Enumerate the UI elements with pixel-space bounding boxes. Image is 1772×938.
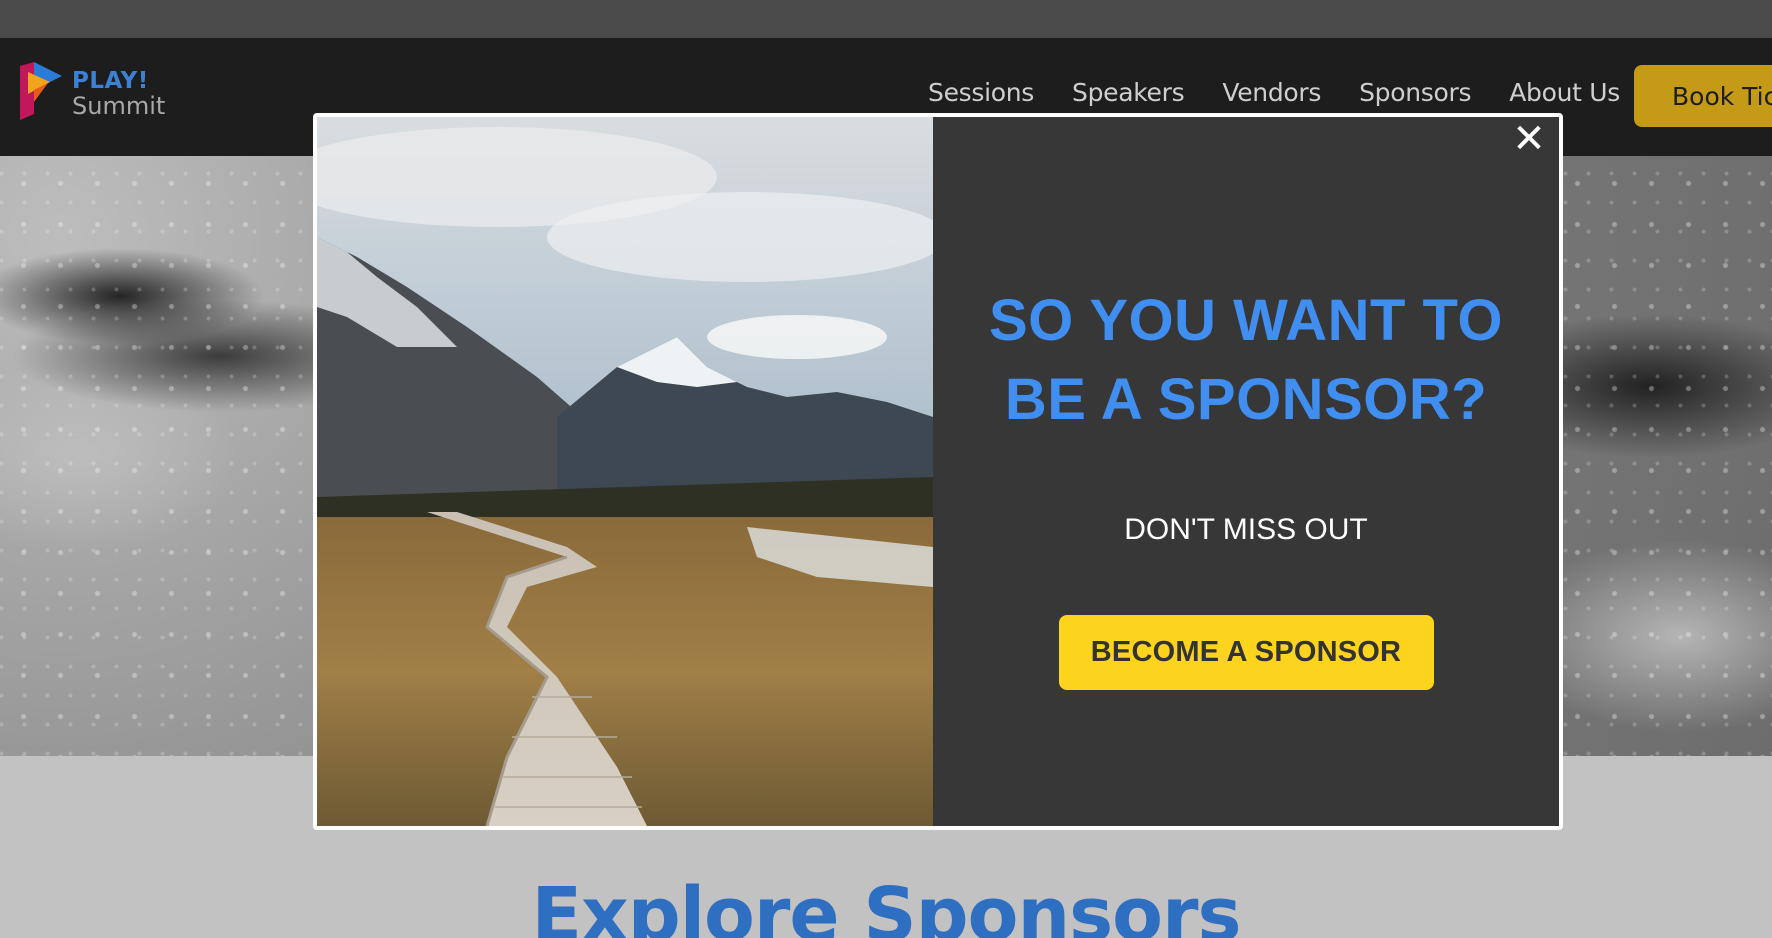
nav-sessions[interactable]: Sessions xyxy=(928,80,1053,105)
book-tickets-button[interactable]: Book Tic xyxy=(1634,65,1772,127)
modal-subtext: DON'T MISS OUT xyxy=(1124,513,1368,546)
logo-title: PLAY! xyxy=(72,68,149,94)
nav-vendors[interactable]: Vendors xyxy=(1203,80,1340,105)
close-icon[interactable]: ✕ xyxy=(1511,119,1547,159)
site-logo[interactable]: PLAY! Summit xyxy=(18,62,165,120)
modal-landscape-image xyxy=(317,117,933,826)
main-nav: Sessions Speakers Vendors Sponsors About… xyxy=(928,80,1639,105)
section-title: Explore Sponsors xyxy=(531,872,1241,938)
nav-about-us[interactable]: About Us xyxy=(1490,80,1639,105)
landscape-illustration xyxy=(317,117,933,826)
top-strip xyxy=(0,0,1772,38)
modal-headline: SO YOU WANT TO BE A SPONSOR? xyxy=(988,288,1504,432)
play-summit-logo-icon xyxy=(20,62,62,120)
nav-speakers[interactable]: Speakers xyxy=(1053,80,1203,105)
logo-subtitle: Summit xyxy=(72,92,166,120)
nav-sponsors[interactable]: Sponsors xyxy=(1340,80,1490,105)
sponsor-modal: ✕ SO YOU WANT TO BE A SPONSOR? DON'T MIS… xyxy=(313,113,1563,830)
modal-content-panel: ✕ SO YOU WANT TO BE A SPONSOR? DON'T MIS… xyxy=(933,117,1559,826)
become-sponsor-button[interactable]: BECOME A SPONSOR xyxy=(1058,615,1434,690)
